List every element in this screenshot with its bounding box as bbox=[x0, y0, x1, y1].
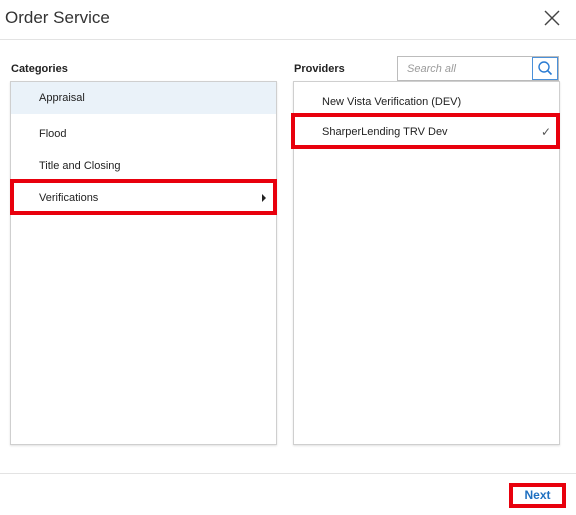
category-item-verifications[interactable]: Verifications bbox=[11, 182, 276, 214]
dialog-title: Order Service bbox=[5, 8, 110, 27]
search-input[interactable] bbox=[398, 57, 532, 80]
category-item-label: Verifications bbox=[39, 192, 99, 204]
category-item-label: Appraisal bbox=[39, 92, 85, 104]
categories-panel: Appraisal Flood Title and Closing Verifi… bbox=[10, 81, 277, 445]
close-icon[interactable] bbox=[541, 7, 563, 29]
caret-right-icon bbox=[262, 194, 266, 202]
footer-divider bbox=[0, 473, 576, 474]
search-button[interactable] bbox=[532, 57, 558, 80]
category-item-title-and-closing[interactable]: Title and Closing bbox=[11, 150, 276, 182]
categories-label: Categories bbox=[11, 63, 68, 75]
category-item-flood[interactable]: Flood bbox=[11, 118, 276, 150]
category-item-label: Flood bbox=[39, 128, 67, 140]
provider-item-new-vista[interactable]: New Vista Verification (DEV) bbox=[294, 86, 559, 118]
category-item-appraisal[interactable]: Appraisal bbox=[11, 82, 276, 114]
provider-item-label: New Vista Verification (DEV) bbox=[322, 96, 462, 108]
providers-panel: New Vista Verification (DEV) SharperLend… bbox=[293, 81, 560, 445]
provider-item-label: SharperLending TRV Dev bbox=[322, 126, 448, 138]
provider-item-sharperlending[interactable]: SharperLending TRV Dev ✓ bbox=[294, 116, 559, 148]
search-icon bbox=[538, 61, 553, 76]
dialog-header: Order Service bbox=[0, 0, 576, 40]
providers-label: Providers bbox=[294, 63, 345, 75]
check-icon: ✓ bbox=[540, 125, 551, 139]
provider-search bbox=[397, 56, 559, 81]
category-item-label: Title and Closing bbox=[39, 160, 121, 172]
next-button[interactable]: Next bbox=[509, 483, 566, 508]
